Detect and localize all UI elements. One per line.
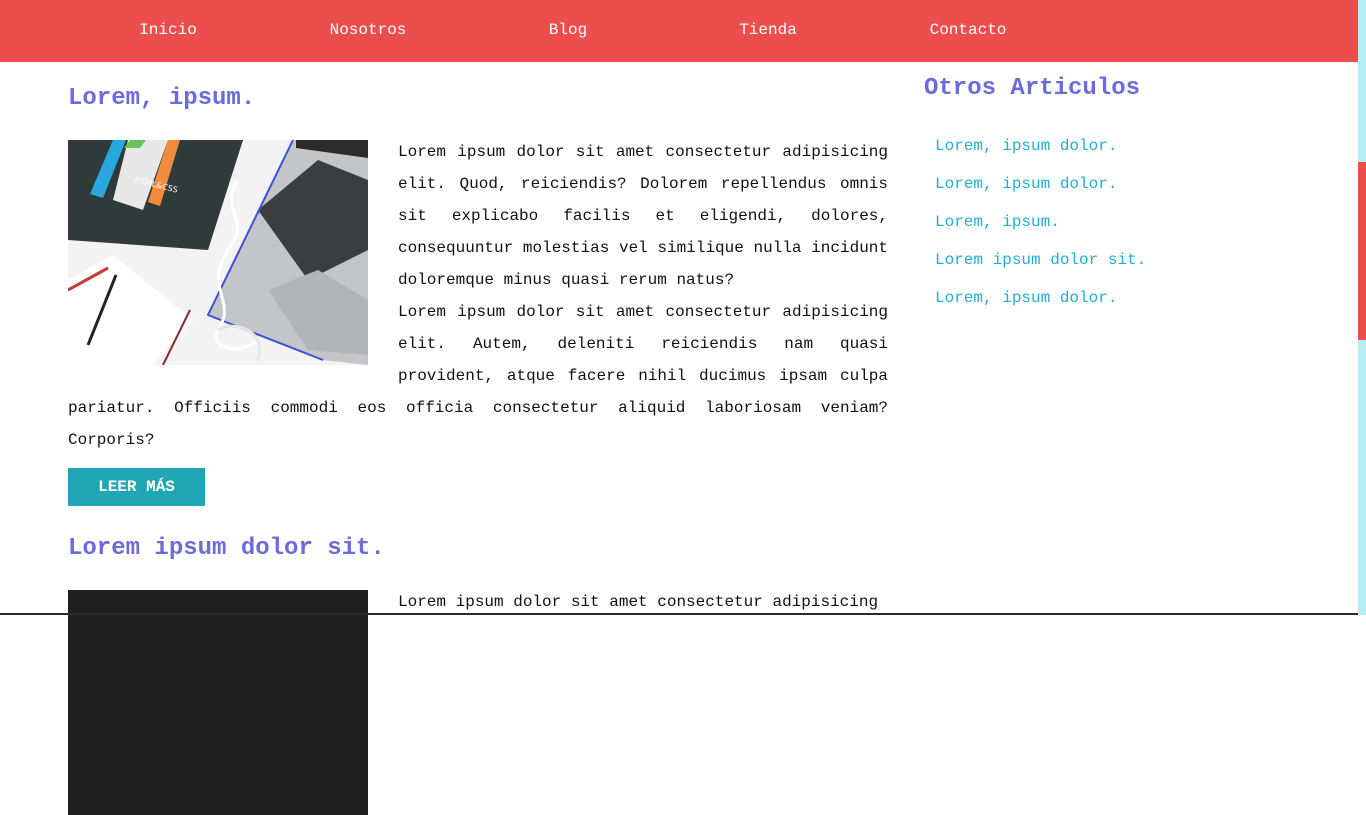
sidebar-item: Lorem ipsum dolor sit.: [935, 248, 1146, 286]
sidebar-link[interactable]: Lorem ipsum dolor sit.: [935, 251, 1146, 269]
sidebar-link[interactable]: Lorem, ipsum dolor.: [935, 175, 1117, 193]
article-title[interactable]: Lorem ipsum dolor sit.: [68, 534, 385, 564]
sidebar-item: Lorem, ipsum dolor.: [935, 134, 1146, 172]
sidebar-link[interactable]: Lorem, ipsum dolor.: [935, 137, 1117, 155]
sidebar-link[interactable]: Lorem, ipsum.: [935, 213, 1060, 231]
sidebar-item: Lorem, ipsum dolor.: [935, 172, 1146, 210]
sidebar-link[interactable]: Lorem, ipsum dolor.: [935, 289, 1117, 307]
sidebar-title: Otros Articulos: [924, 75, 1141, 102]
article-body: HTML&CSS Lorem ipsum dolor sit amet cons…: [68, 136, 888, 456]
read-more-button[interactable]: LEER MÁS: [68, 468, 205, 506]
sidebar-item: Lorem, ipsum dolor.: [935, 286, 1146, 324]
sidebar-list: Lorem, ipsum dolor. Lorem, ipsum dolor. …: [935, 134, 1146, 324]
nav-link-contacto[interactable]: Contacto: [930, 20, 1007, 40]
nav-link-blog[interactable]: Blog: [549, 20, 587, 40]
nav-link-tienda[interactable]: Tienda: [739, 20, 797, 40]
sidebar-item: Lorem, ipsum.: [935, 210, 1146, 248]
nav-link-inicio[interactable]: Inicio: [139, 20, 197, 40]
article-body: Lorem ipsum dolor sit amet consectetur a…: [68, 586, 888, 815]
scrollbar-thumb[interactable]: [1358, 162, 1366, 340]
article-title[interactable]: Lorem, ipsum.: [68, 84, 255, 114]
nav-link-nosotros[interactable]: Nosotros: [330, 20, 407, 40]
article-image: HTML&CSS: [68, 140, 368, 365]
top-navbar: Inicio Nosotros Blog Tienda Contacto: [0, 0, 1358, 62]
laptop-desk-image: HTML&CSS: [68, 140, 368, 365]
article-image: [68, 590, 368, 815]
